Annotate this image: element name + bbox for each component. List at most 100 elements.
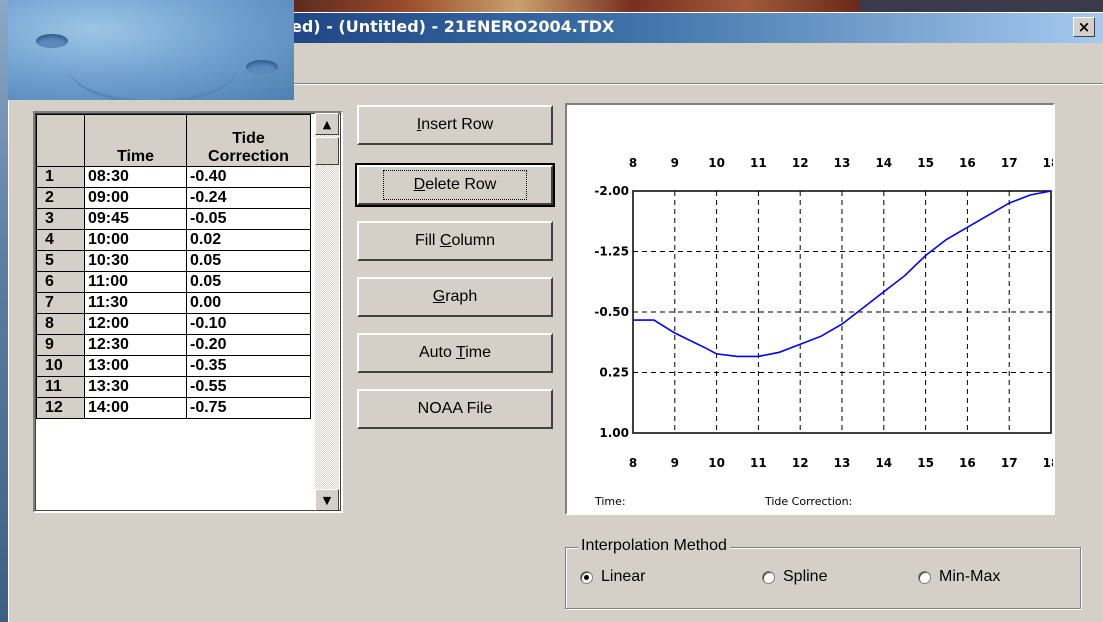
time-cell[interactable]: 11:30 — [84, 292, 187, 314]
row-number[interactable]: 6 — [36, 271, 85, 293]
x-tick-label-top: 15 — [917, 156, 934, 170]
tide-correction-cell[interactable]: -0.40 — [186, 166, 311, 188]
triangle-down-icon: ▼ — [322, 493, 332, 507]
tide-correction-cell[interactable]: -0.24 — [186, 187, 311, 209]
table-row[interactable]: 1 08:30 -0.40 — [36, 166, 311, 188]
tide-correction-cell[interactable]: -0.05 — [186, 208, 311, 230]
time-cell[interactable]: 13:30 — [84, 376, 187, 398]
tide-correction-cell[interactable]: 0.00 — [186, 292, 311, 314]
chart-footer-correction-label: Tide Correction: — [764, 495, 852, 508]
column-header-time[interactable]: Time — [84, 114, 187, 167]
x-tick-label-bottom: 18 — [1043, 456, 1053, 470]
table-row[interactable]: 11 13:30 -0.55 — [36, 376, 311, 398]
table-row[interactable]: 10 13:00 -0.35 — [36, 355, 311, 377]
x-tick-label-top: 13 — [834, 156, 851, 170]
x-tick-label-top: 10 — [708, 156, 725, 170]
delete-row-button[interactable]: Delete Row — [355, 163, 555, 207]
chart-footer-time-label: Time: — [594, 495, 626, 508]
x-tick-label-bottom: 12 — [792, 456, 809, 470]
row-number[interactable]: 3 — [36, 208, 85, 230]
button-label: Delete Row — [382, 170, 528, 200]
insert-row-button[interactable]: Insert Row — [357, 105, 553, 145]
radio-label: Linear — [601, 568, 646, 585]
table-row[interactable]: 2 09:00 -0.24 — [36, 187, 311, 209]
row-number[interactable]: 1 — [36, 166, 85, 188]
row-number[interactable]: 2 — [36, 187, 85, 209]
auto-time-button[interactable]: Auto Time — [357, 333, 553, 373]
time-cell[interactable]: 12:30 — [84, 334, 187, 356]
tide-correction-cell[interactable]: 0.05 — [186, 271, 311, 293]
tide-correction-chart: 8 8 9 9 10 10 11 11 12 12 13 13 14 14 15 15 16 16 17 17 18 18… — [565, 103, 1055, 515]
table-header-row: Time Tide Correction — [36, 114, 311, 167]
time-cell[interactable]: 09:45 — [84, 208, 187, 230]
button-label: Fill Column — [414, 232, 496, 249]
time-cell[interactable]: 09:00 — [84, 187, 187, 209]
x-tick-label-top: 8 — [629, 156, 637, 170]
y-tick-label: 1.00 — [599, 426, 629, 440]
scroll-down-button[interactable]: ▼ — [315, 489, 339, 511]
time-cell[interactable]: 13:00 — [84, 355, 187, 377]
table-row[interactable]: 6 11:00 0.05 — [36, 271, 311, 293]
table-row[interactable]: 4 10:00 0.02 — [36, 229, 311, 251]
row-number[interactable]: 12 — [36, 397, 85, 419]
close-icon: × — [1077, 17, 1091, 36]
radio-circle-icon — [580, 570, 593, 584]
table-row[interactable]: 8 12:00 -0.10 — [36, 313, 311, 335]
photo-detail — [68, 30, 238, 100]
tide-correction-cell[interactable]: -0.75 — [186, 397, 311, 419]
noaa-file-button[interactable]: NOAA File — [357, 389, 553, 429]
photo-detail — [246, 60, 278, 74]
y-tick-label: -1.25 — [594, 245, 629, 259]
radio-spline[interactable]: Spline — [762, 568, 827, 586]
row-number[interactable]: 5 — [36, 250, 85, 272]
time-cell[interactable]: 08:30 — [84, 166, 187, 188]
scroll-up-button[interactable]: ▲ — [315, 113, 339, 135]
time-cell[interactable]: 11:00 — [84, 271, 187, 293]
row-number[interactable]: 10 — [36, 355, 85, 377]
tide-correction-window: ed) - (Untitled) - 21ENERO2004.TDX × Tim… — [8, 12, 1103, 622]
table-row[interactable]: 7 11:30 0.00 — [36, 292, 311, 314]
tide-correction-cell[interactable]: -0.20 — [186, 334, 311, 356]
time-cell[interactable]: 10:00 — [84, 229, 187, 251]
x-tick-label-bottom: 8 — [629, 456, 637, 470]
table-row[interactable]: 9 12:30 -0.20 — [36, 334, 311, 356]
time-cell[interactable]: 14:00 — [84, 397, 187, 419]
tide-correction-cell[interactable]: -0.35 — [186, 355, 311, 377]
row-number[interactable]: 8 — [36, 313, 85, 335]
header-line-2: Correction — [208, 148, 289, 165]
background-window-strip — [290, 0, 860, 12]
row-number[interactable]: 4 — [36, 229, 85, 251]
x-tick-label-bottom: 13 — [834, 456, 851, 470]
y-tick-label: -0.50 — [594, 305, 629, 319]
row-number[interactable]: 7 — [36, 292, 85, 314]
tide-correction-cell[interactable]: -0.10 — [186, 313, 311, 335]
x-tick-label-bottom: 14 — [875, 456, 892, 470]
table-row[interactable]: 3 09:45 -0.05 — [36, 208, 311, 230]
radio-min-max[interactable]: Min-Max — [918, 568, 1000, 586]
tide-correction-cell[interactable]: -0.55 — [186, 376, 311, 398]
x-tick-label-bottom: 10 — [708, 456, 725, 470]
fill-column-button[interactable]: Fill Column — [357, 221, 553, 261]
x-tick-label-top: 17 — [1001, 156, 1018, 170]
time-cell[interactable]: 10:30 — [84, 250, 187, 272]
table-row[interactable]: 12 14:00 -0.75 — [36, 397, 311, 419]
scroll-thumb[interactable] — [315, 137, 339, 165]
time-cell[interactable]: 12:00 — [84, 313, 187, 335]
radio-label: Spline — [783, 568, 828, 585]
chart-svg: 8 8 9 9 10 10 11 11 12 12 13 13 14 14 15 15 16 16 17 17 18 18… — [594, 156, 1053, 508]
radio-linear[interactable]: Linear — [580, 568, 645, 586]
vertical-scrollbar[interactable]: ▲ ▼ — [315, 113, 339, 511]
close-button[interactable]: × — [1073, 17, 1095, 37]
tide-correction-cell[interactable]: 0.02 — [186, 229, 311, 251]
table-row[interactable]: 5 10:30 0.05 — [36, 250, 311, 272]
graph-button[interactable]: Graph — [357, 277, 553, 317]
tide-correction-cell[interactable]: 0.05 — [186, 250, 311, 272]
x-tick-label-top: 11 — [750, 156, 767, 170]
column-header-tide-correction[interactable]: Tide Correction — [186, 114, 311, 167]
tide-table-grid[interactable]: Time Tide Correction 1 08:30 -0.40 2 09:00 -0… — [33, 111, 343, 513]
row-number[interactable]: 11 — [36, 376, 85, 398]
photo-detail — [36, 34, 68, 48]
x-tick-label-top: 14 — [875, 156, 892, 170]
triangle-up-icon: ▲ — [322, 117, 332, 131]
row-number[interactable]: 9 — [36, 334, 85, 356]
